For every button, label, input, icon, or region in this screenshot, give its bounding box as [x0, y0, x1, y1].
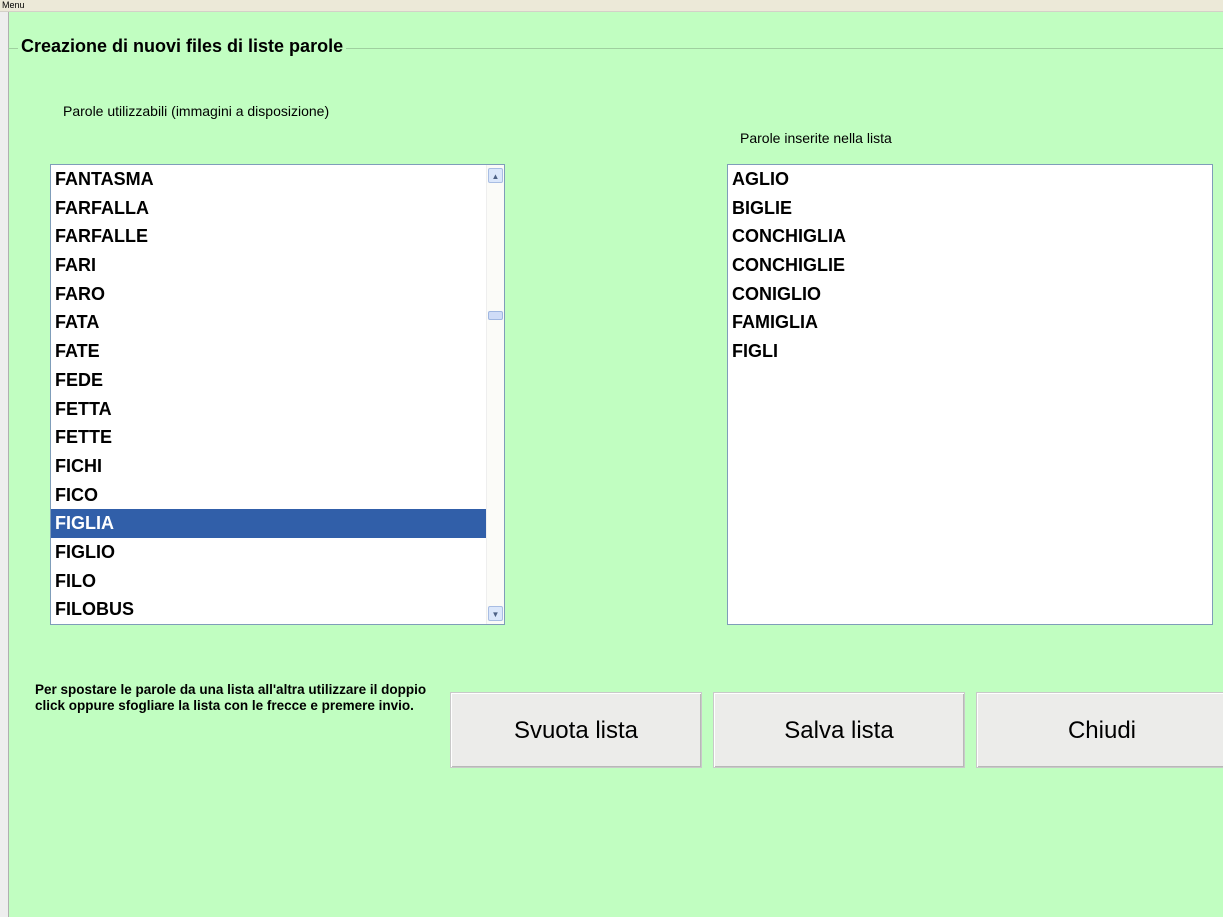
available-word-list-item[interactable]: FATE	[51, 337, 504, 366]
inserted-word-list-item[interactable]: CONCHIGLIA	[728, 222, 1212, 251]
clear-list-button[interactable]: Svuota lista	[450, 692, 702, 768]
inserted-words-items: AGLIO BIGLIE CONCHIGLIA CONCHIGLIE CONIGLIO F…	[728, 165, 1212, 366]
available-word-list-item[interactable]: FATA	[51, 308, 504, 337]
window-left-border	[0, 12, 9, 917]
available-word-list-item[interactable]: FARFALLE	[51, 222, 504, 251]
available-words-items: FANTASMA FARFALLA FARFALLE FARI FARO FATA FATE…	[51, 165, 504, 624]
chevron-down-icon[interactable]: ▼	[488, 606, 503, 621]
close-button[interactable]: Chiudi	[976, 692, 1223, 768]
inserted-word-list-item[interactable]: AGLIO	[728, 165, 1212, 194]
available-word-list-item[interactable]: FIGLIA	[51, 509, 504, 538]
inserted-word-list-item[interactable]: BIGLIE	[728, 194, 1212, 223]
available-word-list-item[interactable]: FILOBUS	[51, 595, 504, 624]
inserted-word-list-item[interactable]: CONCHIGLIE	[728, 251, 1212, 280]
available-word-list-item[interactable]: FILO	[51, 567, 504, 596]
available-word-list-item[interactable]: FANTASMA	[51, 165, 504, 194]
inserted-word-list-item[interactable]: CONIGLIO	[728, 280, 1212, 309]
available-word-list-item[interactable]: FIGLIO	[51, 538, 504, 567]
available-word-list-item[interactable]: FARI	[51, 251, 504, 280]
chevron-up-icon[interactable]: ▲	[488, 168, 503, 183]
available-word-list-item[interactable]: FICHI	[51, 452, 504, 481]
inserted-word-list-item[interactable]: FIGLI	[728, 337, 1212, 366]
instructions-text: Per spostare le parole da una lista all'…	[35, 682, 427, 713]
group-title: Creazione di nuovi files di liste parole	[18, 36, 347, 57]
available-word-list-item[interactable]: FARO	[51, 280, 504, 309]
available-word-list-item[interactable]: FETTE	[51, 423, 504, 452]
menu-bar: Menu	[0, 0, 1223, 12]
menu-item[interactable]: Menu	[2, 0, 25, 10]
available-word-list-item[interactable]: FETTA	[51, 395, 504, 424]
inserted-words-list[interactable]: AGLIO BIGLIE CONCHIGLIA CONCHIGLIE CONIGLIO F…	[727, 164, 1213, 625]
inserted-words-label: Parole inserite nella lista	[740, 130, 892, 146]
save-list-button[interactable]: Salva lista	[713, 692, 965, 768]
available-words-list[interactable]: FANTASMA FARFALLA FARFALLE FARI FARO FATA FATE…	[50, 164, 505, 625]
available-words-label: Parole utilizzabili (immagini a disposiz…	[63, 103, 330, 119]
inserted-word-list-item[interactable]: FAMIGLIA	[728, 308, 1212, 337]
available-word-list-item[interactable]: FEDE	[51, 366, 504, 395]
available-word-list-item[interactable]: FICO	[51, 481, 504, 510]
available-word-list-item[interactable]: FARFALLA	[51, 194, 504, 223]
vertical-scrollbar[interactable]: ▲ ▼	[486, 165, 504, 624]
scrollbar-thumb[interactable]	[488, 311, 503, 320]
